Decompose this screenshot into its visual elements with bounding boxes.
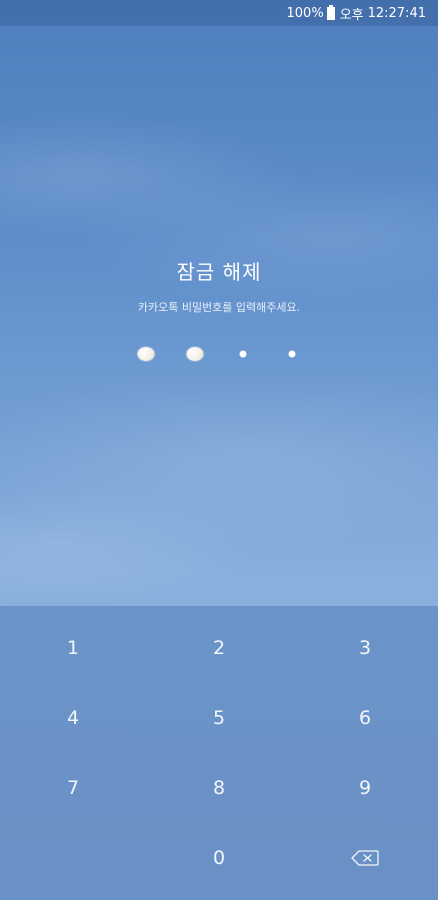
keypad-top-spacer	[0, 606, 438, 620]
passcode-dot-filled	[186, 347, 204, 361]
key-blank	[0, 830, 146, 900]
passcode-indicator	[0, 338, 438, 370]
key-3[interactable]: 3	[292, 620, 438, 690]
backspace-button[interactable]	[292, 830, 438, 900]
key-0[interactable]: 0	[146, 830, 292, 900]
status-bar: 100% 오후 12:27:41	[0, 0, 438, 26]
key-8[interactable]: 8	[146, 760, 292, 830]
backspace-icon	[351, 850, 379, 866]
passcode-dot-empty	[239, 350, 247, 358]
battery-icon	[326, 4, 335, 20]
clock: 12:27:41	[367, 5, 426, 21]
sky-background	[0, 26, 438, 606]
key-2[interactable]: 2	[146, 620, 292, 690]
page-title: 잠금 해제	[176, 260, 262, 284]
ampm-label: 오후	[339, 7, 364, 23]
number-keypad: 1 2 3 4 5 6 7 8 9 0	[0, 606, 438, 900]
passcode-dot-filled	[137, 347, 155, 361]
key-5[interactable]: 5	[146, 690, 292, 760]
battery-percent: 100%	[286, 5, 324, 21]
key-9[interactable]: 9	[292, 760, 438, 830]
key-1[interactable]: 1	[0, 620, 146, 690]
passcode-dot-empty	[288, 350, 296, 358]
key-6[interactable]: 6	[292, 690, 438, 760]
key-7[interactable]: 7	[0, 760, 146, 830]
key-4[interactable]: 4	[0, 690, 146, 760]
instruction-text: 카카오톡 비밀번호를 입력해주세요.	[137, 301, 301, 314]
